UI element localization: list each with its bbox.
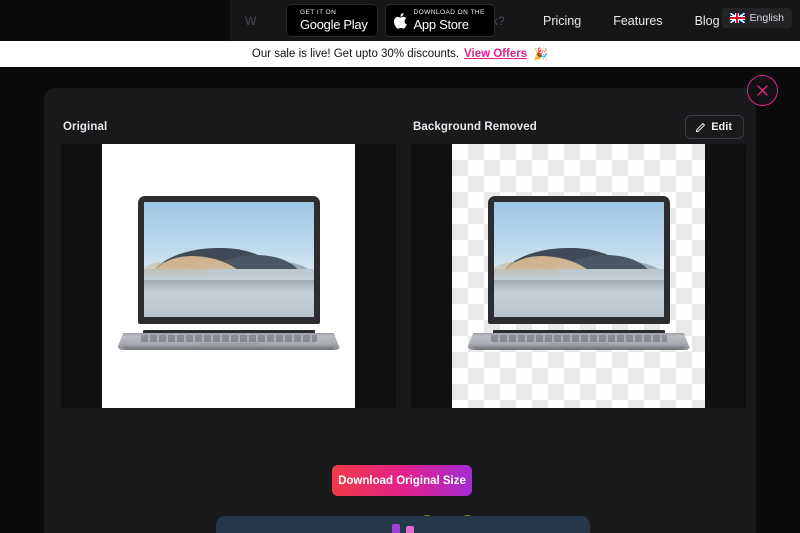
original-image-card: Original [61,110,396,408]
close-icon [757,85,768,96]
laptop-illustration [116,196,341,356]
view-offers-link[interactable]: View Offers [464,48,527,60]
uk-flag-icon [729,13,745,23]
app-store-badge[interactable]: Download on the App Store [384,4,495,37]
header-nav: Pricing Features Blog [527,0,736,41]
ghost-nav-text-1: W [245,13,257,28]
result-image[interactable] [452,144,705,408]
sale-banner: Our sale is live! Get upto 30% discounts… [0,41,800,67]
party-popper-icon: 🎉 [533,47,549,61]
language-label: English [749,12,784,24]
result-card-title: Background Removed [413,121,537,133]
laptop-base-cutout [466,333,691,350]
nav-item-pricing[interactable]: Pricing [527,14,597,28]
original-card-title: Original [63,121,108,133]
laptop-base [116,333,341,350]
result-modal: Original Background Removed Edit Downloa… [44,88,756,533]
promo-accent-a [392,524,400,533]
language-selector[interactable]: English [721,8,792,28]
edit-button[interactable]: Edit [685,115,744,139]
bottom-promo-panel[interactable] [216,516,590,533]
laptop-screen [143,202,314,317]
google-play-badge-bottom: Google Play [300,17,368,32]
nav-item-features[interactable]: Features [597,14,678,28]
download-original-size-button[interactable]: Download Original Size [332,465,472,496]
app-store-badge-bottom: App Store [413,17,469,32]
google-play-badge-top: GET IT ON [300,9,337,16]
original-image[interactable] [102,144,355,408]
result-image-panel [411,144,746,408]
pencil-icon [696,122,706,132]
apple-icon [393,12,407,29]
laptop-lid [137,196,320,324]
result-image-card: Background Removed Edit [411,110,746,408]
google-play-badge[interactable]: GET IT ON Google Play [286,4,378,37]
original-image-panel [61,144,396,408]
laptop-screen-cutout [493,202,664,317]
laptop-illustration-cutout [466,196,691,356]
image-comparison-row: Original Background Removed Edit [44,110,756,450]
store-badges: GET IT ON Google Play Download on the Ap… [286,4,495,37]
app-store-badge-top: Download on the [413,9,485,16]
original-card-header: Original [61,110,396,144]
site-header: W rou k? GET IT ON Google Play Download … [0,0,800,41]
sale-banner-text: Our sale is live! Get upto 30% discounts… [251,48,460,60]
close-modal-button[interactable] [747,75,778,106]
laptop-lid-cutout [487,196,670,324]
header-left-region [0,0,230,41]
result-card-header: Background Removed Edit [411,110,746,144]
promo-accent-b [406,526,414,533]
edit-button-label: Edit [711,121,732,133]
